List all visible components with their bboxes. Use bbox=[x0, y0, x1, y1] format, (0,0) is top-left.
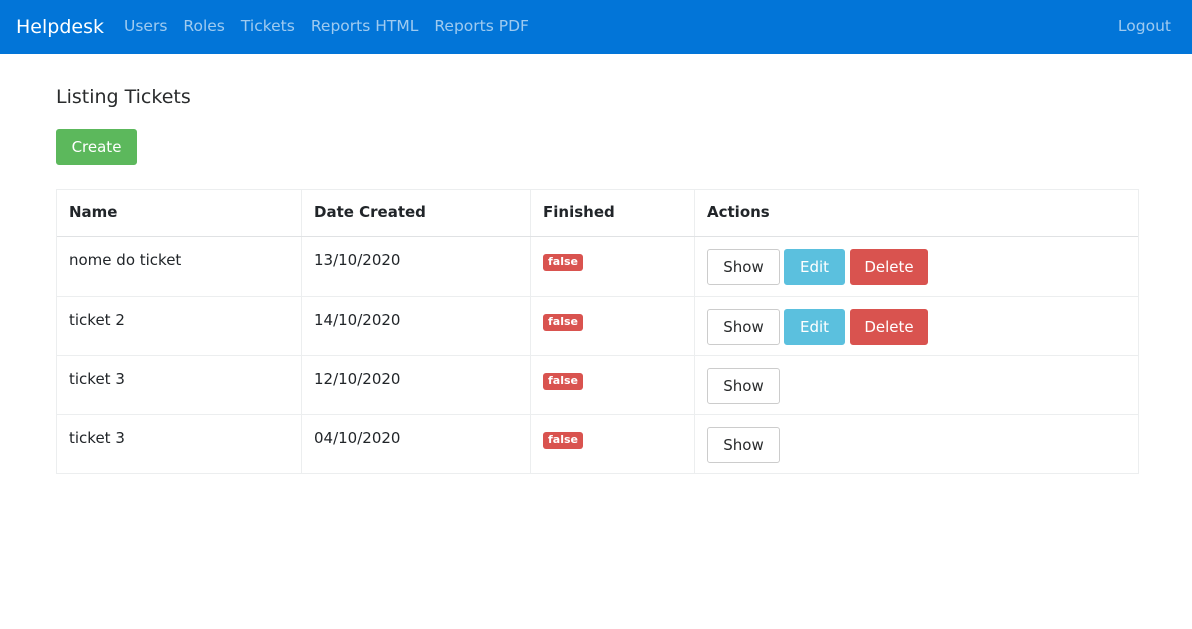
ticket-date: 14/10/2020 bbox=[301, 297, 530, 355]
header-actions: Actions bbox=[694, 190, 1138, 236]
top-navbar: Helpdesk Users Roles Tickets Reports HTM… bbox=[0, 0, 1192, 54]
page-title: Listing Tickets bbox=[56, 86, 191, 108]
delete-button[interactable]: Delete bbox=[850, 309, 928, 345]
nav-link-reports-pdf[interactable]: Reports PDF bbox=[434, 16, 529, 36]
row-actions: Show Edit Delete bbox=[707, 309, 1126, 345]
finished-badge: false bbox=[543, 432, 583, 449]
edit-button[interactable]: Edit bbox=[784, 249, 845, 285]
nav-link-roles[interactable]: Roles bbox=[183, 16, 224, 36]
edit-button[interactable]: Edit bbox=[784, 309, 845, 345]
create-button[interactable]: Create bbox=[56, 129, 137, 165]
header-date-created: Date Created bbox=[301, 190, 530, 236]
nav-links: Users Roles Tickets Reports HTML Reports… bbox=[124, 16, 545, 36]
finished-cell: false bbox=[530, 297, 694, 355]
actions-cell: Show bbox=[694, 356, 1138, 414]
table-header-row: Name Date Created Finished Actions bbox=[57, 190, 1138, 237]
ticket-name: ticket 2 bbox=[69, 311, 125, 329]
finished-badge: false bbox=[543, 254, 583, 271]
finished-cell: false bbox=[530, 415, 694, 473]
table-row: ticket 3 12/10/2020 false Show bbox=[57, 355, 1138, 414]
show-button[interactable]: Show bbox=[707, 427, 780, 463]
delete-button[interactable]: Delete bbox=[850, 249, 928, 285]
nav-link-tickets[interactable]: Tickets bbox=[241, 16, 295, 36]
row-actions: Show bbox=[707, 427, 1126, 463]
show-button[interactable]: Show bbox=[707, 249, 780, 285]
ticket-name: ticket 3 bbox=[69, 429, 125, 447]
actions-cell: Show bbox=[694, 415, 1138, 473]
show-button[interactable]: Show bbox=[707, 368, 780, 404]
table-row: ticket 2 14/10/2020 false Show Edit Dele… bbox=[57, 296, 1138, 355]
row-actions: Show bbox=[707, 368, 1126, 404]
ticket-name: ticket 3 bbox=[69, 370, 125, 388]
ticket-date: 12/10/2020 bbox=[301, 356, 530, 414]
show-button[interactable]: Show bbox=[707, 309, 780, 345]
header-finished: Finished bbox=[530, 190, 694, 236]
actions-cell: Show Edit Delete bbox=[694, 237, 1138, 296]
header-name: Name bbox=[69, 203, 118, 221]
finished-cell: false bbox=[530, 356, 694, 414]
nav-link-reports-html[interactable]: Reports HTML bbox=[311, 16, 419, 36]
logout-link[interactable]: Logout bbox=[1118, 16, 1171, 36]
actions-cell: Show Edit Delete bbox=[694, 297, 1138, 355]
ticket-date: 04/10/2020 bbox=[301, 415, 530, 473]
brand-link[interactable]: Helpdesk bbox=[16, 15, 104, 39]
table-row: ticket 3 04/10/2020 false Show bbox=[57, 414, 1138, 473]
nav-link-users[interactable]: Users bbox=[124, 16, 167, 36]
row-actions: Show Edit Delete bbox=[707, 249, 1126, 285]
ticket-name: nome do ticket bbox=[69, 251, 182, 269]
tickets-table: Name Date Created Finished Actions nome … bbox=[56, 189, 1139, 474]
ticket-date: 13/10/2020 bbox=[301, 237, 530, 296]
finished-badge: false bbox=[543, 314, 583, 331]
table-row: nome do ticket 13/10/2020 false Show Edi… bbox=[57, 237, 1138, 296]
finished-cell: false bbox=[530, 237, 694, 296]
finished-badge: false bbox=[543, 373, 583, 390]
